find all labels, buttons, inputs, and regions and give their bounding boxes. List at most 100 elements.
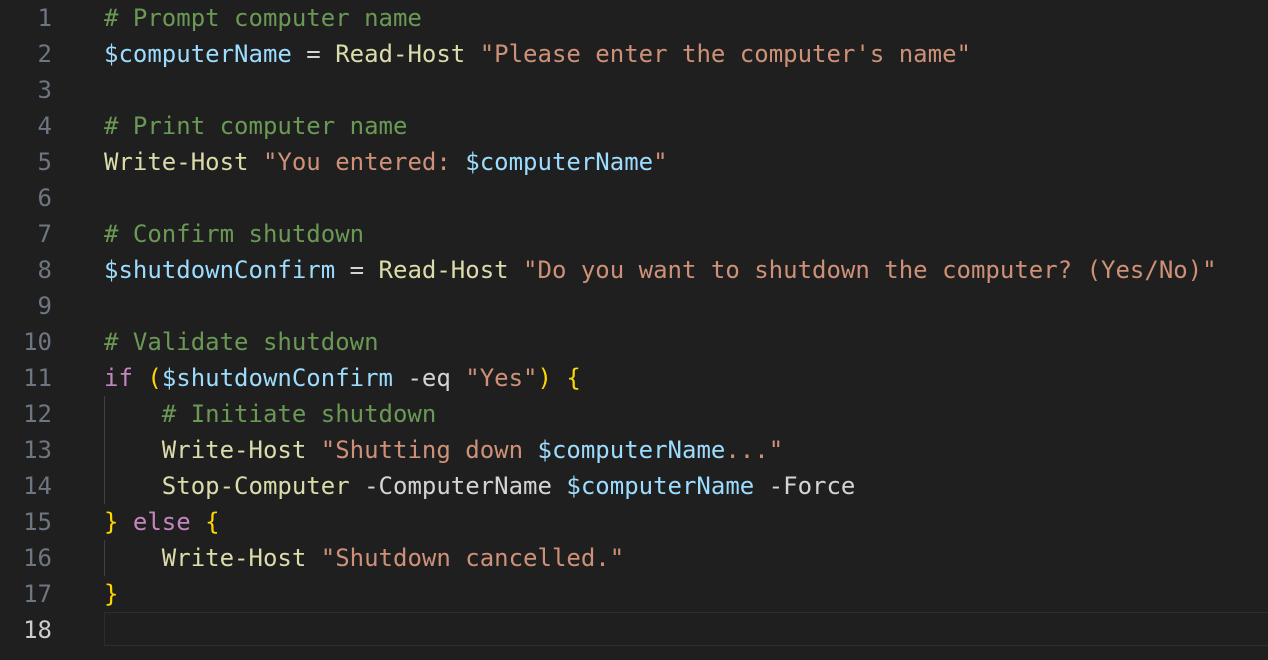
line-number: 3 (37, 76, 52, 104)
line-code: } else { (104, 504, 220, 540)
token-bracket: } (104, 580, 119, 608)
line-number: 12 (23, 400, 52, 428)
token-comment: # Confirm shutdown (104, 220, 365, 248)
code-line[interactable]: 13 Write-Host "Shutting down $computerNa… (0, 432, 1268, 468)
token-plain: = (291, 40, 336, 68)
token-plain: = (335, 256, 379, 284)
line-code: $shutdownConfirm = Read-Host "Do you wan… (104, 252, 1217, 288)
code-line[interactable]: 9 (0, 288, 1268, 324)
line-number: 13 (23, 436, 52, 464)
line-number: 18 (23, 616, 52, 644)
code-line[interactable]: 17} (0, 576, 1268, 612)
line-number: 11 (23, 364, 52, 392)
token-bracket: ( (147, 364, 162, 392)
code-line[interactable]: 16 Write-Host "Shutdown cancelled." (0, 540, 1268, 576)
line-code: # Prompt computer name (104, 0, 422, 36)
token-plain: -ComputerName (349, 472, 567, 500)
line-code: # Validate shutdown (104, 324, 379, 360)
token-function: Write-Host (161, 544, 307, 572)
code-line[interactable]: 10 # Validate shutdown (0, 324, 1268, 360)
token-keyword: else (132, 508, 191, 536)
line-number: 8 (37, 256, 52, 284)
line-number: 7 (37, 220, 52, 248)
line-code: Write-Host "Shutting down $computerName.… (104, 432, 783, 468)
code-line[interactable]: 6 (0, 180, 1268, 216)
line-number: 14 (23, 472, 52, 500)
line-number: 16 (23, 544, 52, 572)
token-keyword: if (104, 364, 133, 392)
code-line[interactable]: 5 Write-Host "You entered: $computerName" (0, 144, 1268, 180)
token-comment: # Initiate shutdown (161, 400, 437, 428)
line-number: 17 (23, 580, 52, 608)
code-line[interactable]: 15} else { (0, 504, 1268, 540)
code-line[interactable]: 3 (0, 72, 1268, 108)
line-code: $computerName = Read-Host "Please enter … (104, 36, 971, 72)
line-number: 1 (37, 4, 52, 32)
token-plain: -Force (754, 472, 856, 500)
line-code: Write-Host "You entered: $computerName" (104, 144, 668, 180)
token-variable: $computerName (465, 148, 654, 176)
token-function: Read-Host (335, 40, 466, 68)
token-string: " (653, 148, 668, 176)
token-function: Write-Host (104, 148, 249, 176)
token-variable: $computerName (566, 472, 755, 500)
token-variable: $computerName (537, 436, 726, 464)
line-code: # Confirm shutdown (104, 216, 364, 252)
line-number: 6 (37, 184, 52, 212)
line-code: Stop-Computer -ComputerName $computerNam… (104, 468, 856, 504)
token-bracket: ) (537, 364, 552, 392)
token-variable: $shutdownConfirm (161, 364, 393, 392)
token-function: Write-Host (161, 436, 307, 464)
code-editor[interactable]: 1 # Prompt computer name 2 $computerName = … (0, 0, 1268, 660)
token-variable: $computerName (104, 40, 292, 68)
line-number: 15 (23, 508, 52, 536)
code-line[interactable]: 2 $computerName = Read-Host "Please enter… (0, 36, 1268, 72)
token-comment: # Print computer name (104, 112, 408, 140)
line-code: if ($shutdownConfirm -eq "Yes") { (104, 360, 581, 396)
token-string: ..." (725, 436, 784, 464)
line-code: # Initiate shutdown (104, 396, 437, 432)
code-line[interactable]: 12 # Initiate shutdown (0, 396, 1268, 432)
token-string: "You entered: (262, 148, 466, 176)
code-line[interactable]: 7 # Confirm shutdown (0, 216, 1268, 252)
token-bracket: { (205, 508, 220, 536)
code-line[interactable]: 1 # Prompt computer name (0, 0, 1268, 36)
token-string: "Do you want to shutdown the computer? (… (523, 256, 1217, 284)
token-function: Stop-Computer (161, 472, 350, 500)
code-line[interactable]: 4 # Print computer name (0, 108, 1268, 144)
token-function: Read-Host (378, 256, 509, 284)
code-line[interactable]: 18 (0, 612, 1268, 648)
line-number: 4 (37, 112, 52, 140)
token-comment: # Prompt computer name (104, 4, 422, 32)
line-number: 2 (37, 40, 52, 68)
token-variable: $shutdownConfirm (104, 256, 336, 284)
line-code: } (104, 576, 118, 612)
code-line[interactable]: 11 if ($shutdownConfirm -eq "Yes") { (0, 360, 1268, 396)
token-string: "Please enter the computer's name" (479, 40, 971, 68)
code-line[interactable]: 8 $shutdownConfirm = Read-Host "Do you wa… (0, 252, 1268, 288)
token-plain: -eq (393, 364, 466, 392)
token-bracket: } (104, 508, 119, 536)
token-comment: # Validate shutdown (104, 328, 379, 356)
token-string: "Shutdown cancelled." (320, 544, 625, 572)
token-string: "Shutting down (320, 436, 538, 464)
token-string: "Yes" (465, 364, 538, 392)
line-number: 9 (37, 292, 52, 320)
line-number: 5 (37, 148, 52, 176)
code-line[interactable]: 14 Stop-Computer -ComputerName $computer… (0, 468, 1268, 504)
token-bracket: { (566, 364, 581, 392)
line-number: 10 (23, 328, 52, 356)
